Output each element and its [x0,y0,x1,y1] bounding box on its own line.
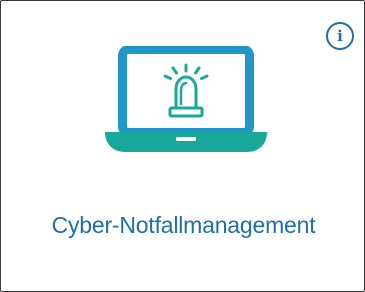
laptop-alarm-siren-icon [105,46,267,152]
tile-title: Cyber-Notfallmanagement [51,212,316,238]
info-icon: i [337,27,343,45]
laptop-trackpad-notch [176,137,196,141]
laptop-base [105,132,267,152]
info-button[interactable]: i [326,22,354,50]
tile-cyber-notfallmanagement[interactable]: i Cyber-Notfallmanagement [0,0,365,292]
laptop-screen-frame [118,46,254,137]
